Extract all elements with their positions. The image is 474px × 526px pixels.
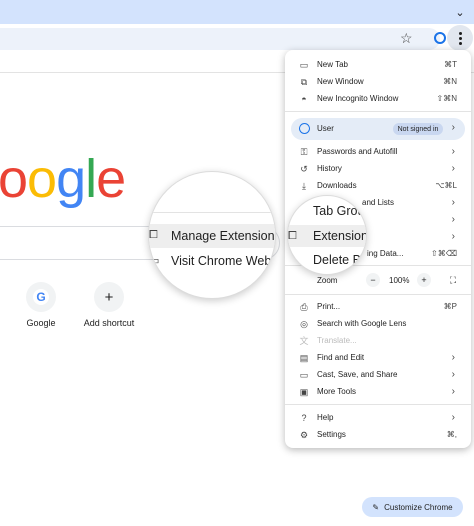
puzzle-icon: ⧠ (149, 229, 158, 241)
key-icon: ⚿ (300, 146, 308, 157)
menu-divider (285, 404, 471, 405)
chevron-right-icon: › (451, 412, 455, 423)
user-avatar-icon (299, 123, 310, 134)
magnifier-right: ▫ Tab Grou ⧠ Extensions ▿ Delete Br (287, 195, 367, 275)
bookmark-star-icon[interactable]: ☆ (400, 30, 413, 47)
tab-search-chevron-icon[interactable]: ⌄ (452, 4, 468, 20)
translate-icon: 文 (299, 335, 309, 346)
magnifier-left: ⧠ Manage Extensions ▭ Visit Chrome Web S (148, 171, 276, 299)
menu-item-downloads[interactable]: ⤓ Downloads ⌥⌘L (285, 177, 471, 194)
find-icon: ▤ (299, 352, 309, 363)
shortcut-google[interactable]: G Google (6, 282, 76, 328)
chevron-right-icon: › (451, 163, 455, 174)
extensions-item[interactable]: Extensions (313, 229, 366, 243)
tab-strip: ⌄ (0, 0, 474, 24)
menu-item-print[interactable]: ⎙ Print... ⌘P (285, 298, 471, 315)
google-logo: oogle (0, 149, 126, 209)
zoom-level: 100% (389, 275, 410, 285)
tab-groups-item[interactable]: Tab Grou (313, 204, 364, 218)
menu-divider (285, 111, 471, 112)
download-icon: ⤓ (302, 180, 306, 191)
menu-item-new-window[interactable]: ⧉ New Window ⌘N (285, 73, 471, 90)
menu-divider (149, 212, 275, 213)
cast-icon: ▭ (299, 369, 309, 380)
customize-chrome-button[interactable]: ✎ Customize Chrome (362, 497, 463, 517)
shortcut-label: Google (26, 318, 56, 328)
store-icon: ▭ (149, 255, 160, 267)
menu-item-passwords[interactable]: ⚿ Passwords and Autofill › (285, 143, 471, 160)
pencil-icon: ✎ (372, 502, 380, 512)
zoom-out-button[interactable]: − (366, 273, 380, 287)
chevron-right-icon: › (451, 352, 455, 363)
zoom-in-button[interactable]: + (417, 273, 431, 287)
chrome-menu-button[interactable] (447, 25, 473, 51)
manage-extensions-item[interactable]: Manage Extensions (171, 229, 275, 243)
menu-item-translate: 文 Translate... (299, 335, 357, 346)
delete-browsing-item[interactable]: Delete Br (313, 253, 365, 267)
menu-item-cast[interactable]: ▭ Cast, Save, and Share › (285, 366, 471, 383)
profile-icon[interactable] (434, 32, 446, 44)
menu-item-more-tools[interactable]: ▣ More Tools › (285, 383, 471, 400)
puzzle-icon: ⧠ (288, 230, 297, 242)
trash-icon: ▿ (288, 255, 294, 267)
chevron-right-icon: › (451, 197, 455, 208)
plus-icon: + (94, 282, 124, 312)
help-icon: ? (301, 412, 307, 423)
status-badge: Not signed in (393, 123, 443, 135)
tab-groups-icon: ▫ (288, 205, 292, 217)
chevron-right-icon: › (451, 231, 455, 242)
menu-item-incognito[interactable]: ◓ New Incognito Window ⇧⌘N (285, 90, 471, 107)
chevron-right-icon: › (451, 386, 455, 397)
add-shortcut[interactable]: + Add shortcut (74, 282, 144, 328)
new-window-icon: ⧉ (300, 76, 308, 87)
gear-icon: ⚙ (299, 429, 309, 440)
visit-web-store-item[interactable]: Visit Chrome Web S (171, 254, 275, 268)
google-g-icon: G (26, 282, 56, 312)
fullscreen-icon[interactable]: ⛶ (446, 273, 460, 287)
chevron-right-icon: › (451, 122, 455, 133)
history-icon: ↺ (300, 163, 308, 174)
menu-item-find-edit[interactable]: ▤ Find and Edit › (285, 349, 471, 366)
print-icon: ⎙ (300, 301, 308, 312)
chevron-right-icon: › (451, 214, 455, 225)
chevron-right-icon: › (451, 146, 455, 157)
menu-item-zoom: Zoom − 100% + ⛶ (285, 271, 471, 289)
menu-item-help[interactable]: ? Help › (285, 409, 471, 426)
lens-icon: ◎ (300, 318, 308, 329)
menu-item-settings[interactable]: ⚙ Settings ⌘, (285, 426, 471, 443)
menu-item-lens[interactable]: ◎ Search with Google Lens (285, 315, 471, 332)
menu-divider (285, 294, 471, 295)
toolbox-icon: ▣ (299, 386, 309, 397)
menu-item-new-tab[interactable]: ▭ New Tab ⌘T (285, 56, 471, 73)
new-tab-icon: ▭ (299, 59, 309, 70)
incognito-icon: ◓ (301, 93, 307, 104)
address-bar[interactable] (0, 28, 440, 50)
menu-item-history[interactable]: ↺ History › (285, 160, 471, 177)
menu-item-user[interactable]: User Not signed in › (291, 118, 465, 140)
chevron-right-icon: › (451, 369, 455, 380)
shortcut-label: Add shortcut (83, 318, 135, 328)
